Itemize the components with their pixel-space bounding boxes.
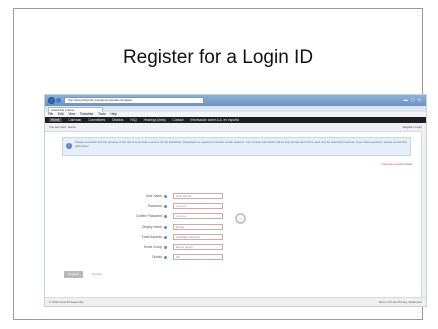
required-icon [164,204,167,208]
password-label: Password [148,204,162,208]
email-input[interactable]: email@email.com [173,234,223,240]
menu-tools[interactable]: Tools [98,112,105,116]
password-input[interactable]: •••••••••• [173,203,223,209]
username-input[interactable]: User Name [173,193,223,199]
menu-help[interactable]: Help [110,112,117,116]
notice-text: Please remember that the purpose of this… [75,140,407,148]
copyright-text: © 2012 Area 09 Assembly [49,300,84,304]
field-row-home-group: Home Group Home group [85,244,345,251]
nav-contact[interactable]: Contact [173,118,184,122]
register-button[interactable]: Register [64,271,84,278]
window-controls[interactable]: ▬ ▢ ✕ [404,97,422,102]
nav-espanol[interactable]: Información sobre A.A. en español [190,118,239,122]
district-input[interactable]: All [173,254,223,260]
cancel-link[interactable]: Cancel [92,272,101,276]
field-row-password: Password •••••••••• [85,203,345,210]
slide: Register for a Login ID http://assemblyh… [13,8,427,320]
required-icon [164,214,167,218]
field-row-display-name: Display Name Name [85,224,345,231]
nav-faq[interactable]: FAQ [130,118,136,122]
display-name-label: Display Name [142,225,162,229]
username-label: User Name [145,194,162,198]
register-login-links[interactable]: Register Login [403,123,422,131]
nav-calendar[interactable]: Calendar [68,118,81,122]
menu-file[interactable]: File [48,112,53,116]
address-bar[interactable]: http://assemblyhub.org/apps/registration… [64,97,204,104]
home-group-label: Home Group [143,245,162,249]
nav-committees[interactable]: Committees [88,118,105,122]
required-note: * Denotes required field [380,162,412,166]
info-icon: i [66,143,72,149]
required-icon [164,245,167,249]
nav-home[interactable]: Home [49,118,62,122]
page-scrollbar[interactable] [421,131,426,298]
email-label: Email Address [141,235,162,239]
loading-spinner-icon [235,213,246,224]
display-name-input[interactable]: Name [173,224,223,230]
field-row-confirm-password: Confirm Password •••••••••• [85,213,345,220]
required-icon [164,235,167,239]
breadcrumb-bar: You are here: Home Register Login [45,123,426,132]
browser-title-bar: http://assemblyhub.org/apps/registration… [45,95,426,106]
required-icon [164,194,167,198]
back-button-icon[interactable] [48,97,55,104]
field-row-district: District All [85,254,345,261]
footer-links[interactable]: Terms Of Use Privacy Statement [378,298,422,306]
required-icon [164,225,167,229]
forward-button-icon[interactable] [56,98,61,103]
field-row-email: Email Address email@email.com [85,234,345,241]
nav-districts[interactable]: Districts [112,118,123,122]
breadcrumb: You are here: Home [49,125,76,129]
confirm-password-label: Confirm Password [135,214,162,218]
confirm-password-input[interactable]: •••••••••• [173,213,223,219]
field-row-username: User Name User Name [85,193,345,200]
menu-edit[interactable]: Edit [58,112,64,116]
nav-hearings[interactable]: Hearings (beta) [144,118,166,122]
info-notice: i Please remember that the purpose of th… [62,137,411,156]
district-label: District [152,255,162,259]
slide-title: Register for a Login ID [122,47,314,68]
browser-screenshot: http://assemblyhub.org/apps/registration… [44,94,427,307]
home-group-input[interactable]: Home group [173,244,223,250]
menu-favorites[interactable]: Favorites [80,112,93,116]
page-footer: © 2012 Area 09 Assembly Terms Of Use Pri… [45,297,426,306]
menu-view[interactable]: View [68,112,75,116]
required-icon [164,255,167,259]
